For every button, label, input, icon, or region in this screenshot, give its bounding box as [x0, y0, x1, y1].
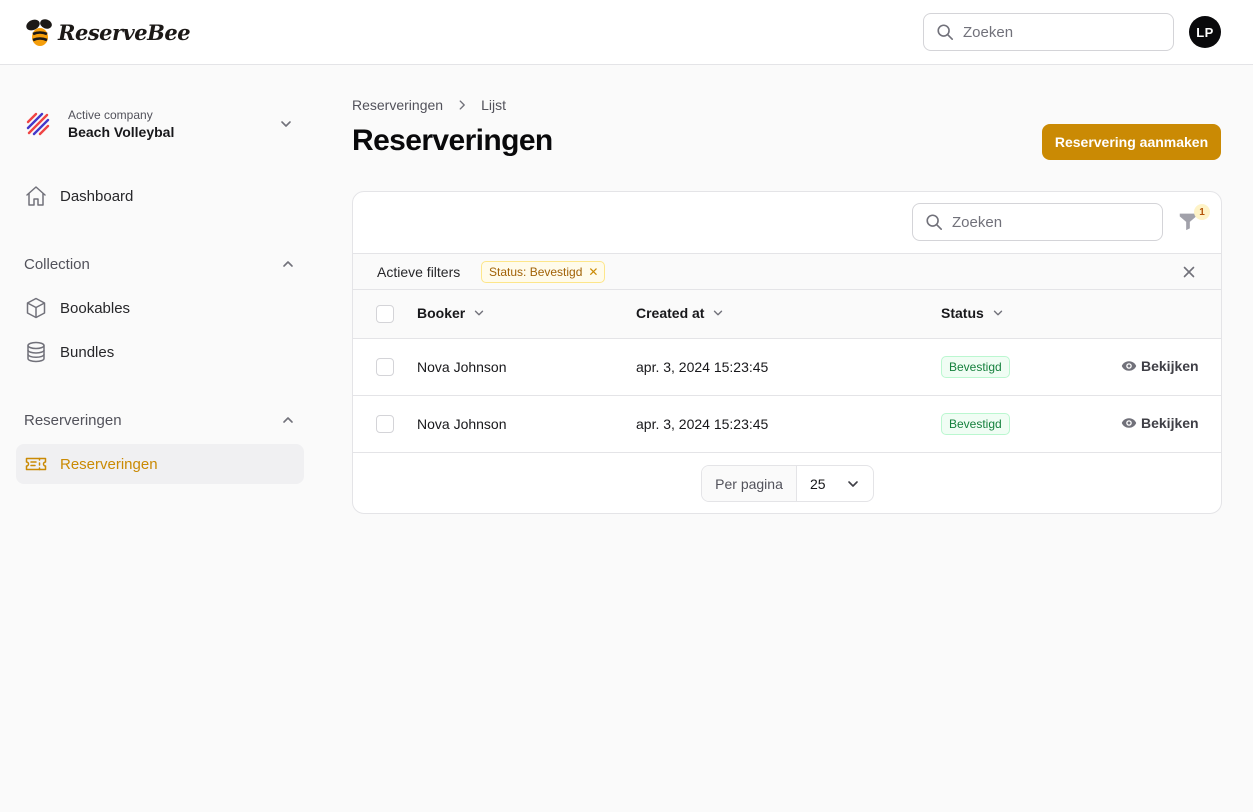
breadcrumb-item-lijst: Lijst	[481, 97, 506, 113]
filter-count-badge: 1	[1194, 204, 1210, 220]
view-button[interactable]: Bekijken	[1121, 415, 1199, 431]
column-header-label: Status	[941, 305, 984, 321]
cell-booker: Nova Johnson	[417, 416, 507, 432]
sidebar-item-bookables[interactable]: Bookables	[16, 288, 304, 328]
chevron-right-icon	[455, 98, 469, 112]
select-all-checkbox[interactable]	[376, 305, 394, 323]
sidebar-item-label: Bookables	[60, 299, 131, 317]
chevron-down-icon	[281, 121, 291, 127]
pagination-per-page: Per pagina 25	[701, 465, 874, 502]
view-button-label: Bekijken	[1141, 415, 1199, 431]
view-button-label: Bekijken	[1141, 358, 1199, 374]
cube-icon	[26, 297, 46, 319]
company-info: Active company Beach Volleybal	[68, 107, 174, 142]
search-icon	[926, 214, 943, 231]
top-bar: ReserveBee LP	[0, 0, 1253, 65]
active-filters-label: Actieve filters	[377, 264, 461, 280]
sort-chevron-icon	[714, 310, 723, 316]
database-icon	[27, 341, 45, 363]
row-checkbox[interactable]	[376, 415, 394, 433]
chevron-up-icon	[283, 261, 293, 267]
filter-chip-status: Status: Bevestigd ✕	[481, 261, 606, 283]
column-header-created-at[interactable]: Created at	[636, 305, 725, 321]
sidebar-item-bundles[interactable]: Bundles	[16, 332, 304, 372]
ticket-icon	[25, 457, 47, 471]
view-button[interactable]: Bekijken	[1121, 358, 1199, 374]
sidebar-group-title: Collection	[24, 255, 90, 273]
sidebar-group-collection[interactable]: Collection	[24, 252, 296, 276]
sidebar-group-reserveringen[interactable]: Reserveringen	[24, 408, 296, 432]
breadcrumb-item-reserveringen[interactable]: Reserveringen	[352, 97, 443, 113]
table-search[interactable]	[912, 203, 1163, 241]
home-icon	[26, 186, 46, 206]
row-checkbox[interactable]	[376, 358, 394, 376]
table-header: Booker Created at Status	[353, 290, 1221, 339]
chevron-up-icon	[283, 417, 293, 423]
sidebar-item-label: Bundles	[60, 343, 115, 361]
sort-chevron-icon	[475, 310, 484, 316]
sort-chevron-icon	[993, 310, 1002, 316]
company-label: Active company	[68, 107, 153, 122]
page-title: Reserveringen	[352, 124, 553, 157]
search-icon	[937, 24, 954, 41]
company-logo-icon	[26, 112, 50, 136]
remove-filter-icon[interactable]: ✕	[588, 265, 598, 279]
sidebar-group-title: Reserveringen	[24, 411, 122, 429]
user-avatar[interactable]: LP	[1189, 16, 1221, 48]
cell-created-at: apr. 3, 2024 15:23:45	[636, 416, 769, 432]
create-reservation-button[interactable]: Reservering aanmaken	[1042, 124, 1221, 160]
column-header-booker[interactable]: Booker	[417, 305, 486, 321]
brand-logo[interactable]: ReserveBee	[24, 16, 191, 48]
status-badge: Bevestigd	[941, 413, 1010, 435]
global-search[interactable]	[923, 13, 1174, 51]
breadcrumb: Reserveringen Lijst	[352, 97, 506, 113]
eye-icon	[1121, 418, 1137, 428]
column-header-status[interactable]: Status	[941, 305, 1005, 321]
reservations-table-card: 1 Actieve filters Status: Bevestigd ✕ Bo…	[352, 191, 1222, 514]
sidebar-item-reserveringen[interactable]: Reserveringen	[16, 444, 304, 484]
column-header-label: Created at	[636, 305, 705, 321]
active-filters-bar: Actieve filters Status: Bevestigd ✕	[353, 253, 1221, 290]
filter-chip-label: Status: Bevestigd	[489, 265, 583, 279]
table-row: Nova Johnson apr. 3, 2024 15:23:45 Beves…	[353, 396, 1221, 453]
close-icon[interactable]	[1181, 264, 1197, 280]
brand-name: ReserveBee	[58, 19, 191, 45]
per-page-select[interactable]: 25	[797, 466, 873, 501]
cell-booker: Nova Johnson	[417, 359, 507, 375]
column-header-label: Booker	[417, 305, 466, 321]
per-page-label: Per pagina	[702, 466, 797, 501]
company-switcher[interactable]: Active company Beach Volleybal	[24, 104, 296, 144]
table-search-input[interactable]	[952, 213, 1142, 231]
sidebar-item-dashboard[interactable]: Dashboard	[16, 176, 304, 216]
per-page-value: 25	[810, 475, 826, 492]
table-row: Nova Johnson apr. 3, 2024 15:23:45 Beves…	[353, 339, 1221, 396]
status-badge: Bevestigd	[941, 356, 1010, 378]
chevron-down-icon	[848, 480, 858, 487]
sidebar-item-label: Dashboard	[60, 187, 134, 205]
bee-logo-icon	[26, 19, 52, 46]
global-search-input[interactable]	[963, 23, 1153, 41]
company-name: Beach Volleybal	[68, 123, 175, 140]
cell-created-at: apr. 3, 2024 15:23:45	[636, 359, 769, 375]
sidebar-item-label: Reserveringen	[60, 455, 158, 473]
eye-icon	[1121, 361, 1137, 371]
